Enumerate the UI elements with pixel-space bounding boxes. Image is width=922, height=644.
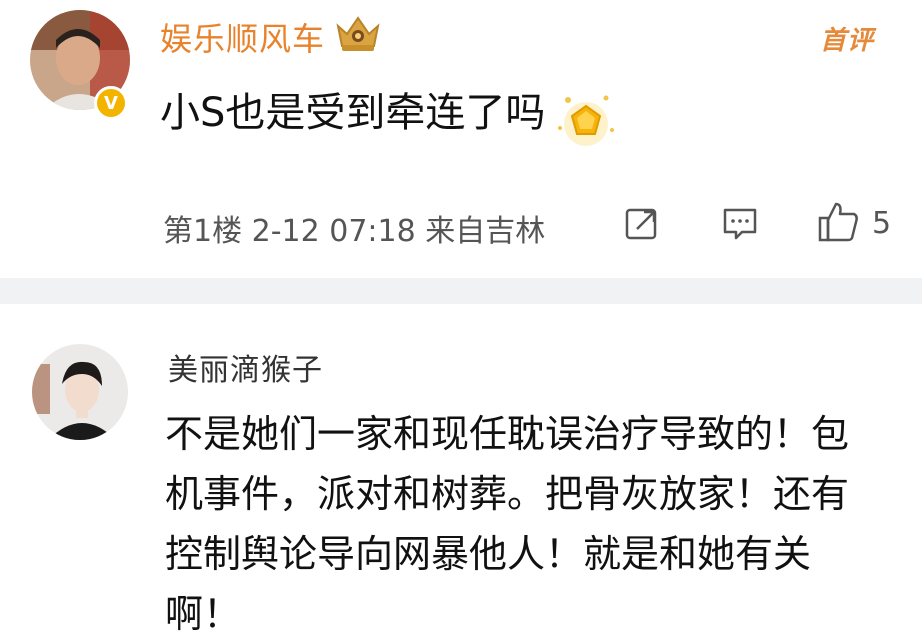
comment-divider	[0, 278, 922, 304]
thumbs-up-icon[interactable]	[816, 200, 860, 244]
username[interactable]: 娱乐顺风车	[160, 14, 325, 60]
avatar-image	[32, 344, 128, 440]
verified-badge-icon: V	[94, 86, 128, 120]
first-rating-badge: 首评	[819, 26, 874, 56]
avatar[interactable]	[32, 344, 128, 440]
comment-text: 小S也是受到牵连了吗	[160, 90, 546, 136]
crown-badge-icon	[336, 16, 380, 51]
comment-icon[interactable]	[720, 204, 760, 244]
sparkle-reward-icon[interactable]	[540, 78, 620, 150]
comment-meta: 第1楼 2-12 07:18 来自吉林	[163, 214, 546, 249]
comment-text: 不是她们一家和现任耽误治疗导致的！包机事件，派对和树葬。把骨灰放家！还有控制舆论…	[165, 412, 850, 636]
comment-item-2: 美丽滴猴子 不是她们一家和现任耽误治疗导致的！包机事件，派对和树葬。把骨灰放家！…	[0, 304, 922, 636]
like-count: 5	[872, 206, 892, 241]
repost-icon[interactable]	[622, 204, 662, 244]
comment-item-1: V 娱乐顺风车 首评 小S也是受到牵连了吗 第1楼 2-12 07:18 来自吉…	[0, 0, 922, 278]
username[interactable]: 美丽滴猴子	[168, 345, 323, 389]
